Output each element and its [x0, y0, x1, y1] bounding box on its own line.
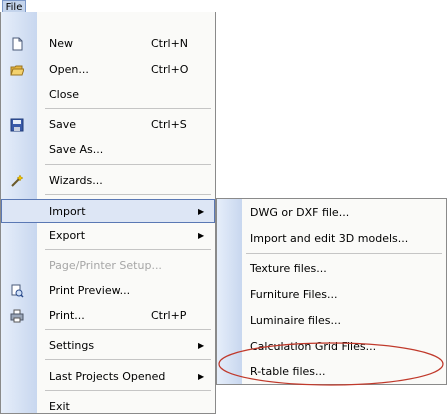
submenu-item-import-3d-models[interactable]: Import and edit 3D models...	[217, 226, 446, 252]
menu-separator	[45, 329, 211, 330]
submenu-item-r-table-files[interactable]: R-table files...	[217, 359, 446, 385]
menu-item-shortcut: Ctrl+S	[151, 118, 187, 131]
menu-item-print[interactable]: Print... Ctrl+P	[1, 304, 215, 328]
menu-item-label: Settings	[49, 339, 95, 352]
menu-item-import[interactable]: Import ▶	[1, 199, 215, 223]
menu-separator	[45, 108, 211, 109]
save-icon	[10, 118, 24, 132]
menu-item-last-projects-opened[interactable]: Last Projects Opened ▶	[1, 365, 215, 389]
menu-item-shortcut: Ctrl+N	[151, 37, 189, 50]
submenu-arrow-icon: ▶	[198, 341, 205, 350]
menu-item-save[interactable]: Save Ctrl+S	[1, 113, 215, 137]
menu-item-shortcut: Ctrl+O	[151, 63, 189, 76]
menu-separator	[45, 194, 211, 195]
submenu-item-dwg-dxf[interactable]: DWG or DXF file...	[217, 200, 446, 226]
menu-item-label: Wizards...	[49, 174, 103, 187]
menu-item-label: Open...	[49, 63, 89, 76]
import-submenu: DWG or DXF file... Import and edit 3D mo…	[216, 198, 447, 385]
submenu-item-texture-files[interactable]: Texture files...	[217, 256, 446, 282]
submenu-arrow-icon: ▶	[198, 231, 205, 240]
menu-separator	[45, 359, 211, 360]
wizard-icon	[10, 174, 24, 188]
submenu-item-luminaire-files[interactable]: Luminaire files...	[217, 308, 446, 334]
menu-item-label: Exit	[49, 400, 70, 413]
print-preview-icon	[10, 284, 24, 298]
menu-item-shortcut: Ctrl+P	[151, 309, 187, 322]
file-menu: New Ctrl+N Open... Ctrl+O Close Save Ctr…	[0, 12, 216, 414]
menu-item-print-preview[interactable]: Print Preview...	[1, 279, 215, 303]
menu-item-close[interactable]: Close	[1, 83, 215, 107]
menu-bar: File	[0, 0, 447, 14]
submenu-item-label: DWG or DXF file...	[250, 206, 350, 219]
menu-separator	[45, 390, 211, 391]
menu-item-label: Last Projects Opened	[49, 370, 166, 383]
menu-item-settings[interactable]: Settings ▶	[1, 334, 215, 358]
menu-item-export[interactable]: Export ▶	[1, 224, 215, 248]
menu-item-wizards[interactable]: Wizards...	[1, 169, 215, 193]
menu-item-label: Save As...	[49, 143, 104, 156]
menu-separator	[45, 249, 211, 250]
menu-item-label: Close	[49, 88, 79, 101]
submenu-arrow-icon: ▶	[198, 372, 205, 381]
submenu-item-calculation-grid-files[interactable]: Calculation Grid Files...	[217, 334, 446, 360]
menu-item-new[interactable]: New Ctrl+N	[1, 32, 215, 56]
submenu-separator	[246, 253, 442, 254]
menu-item-label: Export	[49, 229, 86, 242]
menu-item-label: Print Preview...	[49, 284, 131, 297]
menu-item-open[interactable]: Open... Ctrl+O	[1, 58, 215, 82]
submenu-item-label: Luminaire files...	[250, 314, 341, 327]
submenu-item-label: R-table files...	[250, 365, 326, 378]
menu-item-exit[interactable]: Exit	[1, 395, 215, 419]
menu-item-label: Page/Printer Setup...	[49, 259, 162, 272]
new-document-icon	[10, 37, 24, 51]
submenu-item-label: Furniture Files...	[250, 288, 338, 301]
printer-icon	[10, 309, 24, 323]
submenu-item-label: Calculation Grid Files...	[250, 340, 377, 353]
submenu-item-furniture-files[interactable]: Furniture Files...	[217, 282, 446, 308]
menu-item-label: Print...	[49, 309, 85, 322]
submenu-item-label: Texture files...	[250, 262, 327, 275]
menu-separator	[45, 164, 211, 165]
menu-item-label: Import	[49, 205, 86, 218]
submenu-item-label: Import and edit 3D models...	[250, 232, 409, 245]
submenu-arrow-icon: ▶	[198, 207, 205, 216]
open-folder-icon	[10, 63, 25, 77]
menu-item-save-as[interactable]: Save As...	[1, 138, 215, 162]
menu-item-label: New	[49, 37, 73, 50]
menu-item-label: Save	[49, 118, 77, 131]
menu-item-page-printer-setup: Page/Printer Setup...	[1, 254, 215, 278]
